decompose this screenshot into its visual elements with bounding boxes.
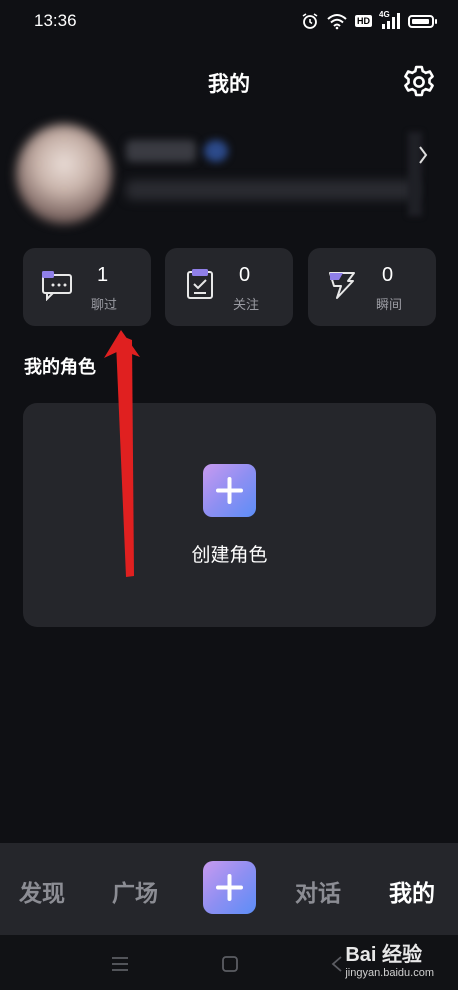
stat-value: 0 — [239, 264, 251, 286]
signal-icon: 4G — [379, 10, 401, 30]
stat-card-following[interactable]: 0 关注 — [165, 248, 293, 326]
stat-card-moments[interactable]: 0 瞬间 — [308, 248, 436, 326]
watermark: Bai 经验 jingyan.baidu.com — [345, 938, 434, 979]
bio-blurred — [126, 180, 416, 200]
status-time: 13:36 — [34, 11, 77, 30]
menu-icon[interactable] — [110, 955, 130, 973]
annotation-arrow-head — [104, 330, 140, 358]
back-icon[interactable] — [330, 955, 344, 973]
status-icons: HD 4G — [301, 10, 437, 32]
stat-card-chatted[interactable]: 1 聊过 — [23, 248, 151, 326]
avatar[interactable] — [16, 124, 112, 224]
username-blurred — [126, 140, 196, 162]
bottom-nav: 发现 广场 对话 我的 — [0, 843, 458, 935]
nav-item-plaza[interactable]: 广场 — [112, 874, 158, 908]
stat-value: 1 — [97, 264, 109, 286]
stat-label: 瞬间 — [376, 298, 403, 313]
settings-button[interactable] — [401, 64, 437, 100]
profile-card[interactable] — [16, 122, 428, 234]
home-icon[interactable] — [221, 955, 239, 973]
section-title-my-roles: 我的角色 — [24, 357, 96, 378]
verified-badge-blurred — [204, 140, 228, 162]
watermark-brand: Bai 经验 — [345, 944, 423, 966]
nav-item-discover[interactable]: 发现 — [19, 874, 65, 908]
stat-value: 0 — [382, 264, 394, 286]
lightning-icon — [329, 272, 355, 299]
alarm-icon — [302, 13, 318, 29]
stat-label: 聊过 — [91, 298, 118, 313]
page-title: 我的 — [208, 72, 250, 96]
chat-bubble-icon — [42, 271, 72, 301]
nav-create-button[interactable] — [203, 861, 256, 914]
gear-icon[interactable] — [401, 64, 437, 100]
stat-label: 关注 — [233, 298, 260, 313]
hd-badge: HD — [355, 15, 372, 27]
create-role-card[interactable]: 创建角色 — [23, 403, 436, 627]
nav-item-chat[interactable]: 对话 — [295, 874, 341, 908]
nav-item-me[interactable]: 我的 — [389, 874, 435, 908]
create-role-button[interactable] — [203, 464, 256, 517]
plus-icon[interactable] — [203, 464, 256, 517]
wifi-icon — [327, 14, 347, 30]
chevron-right-icon[interactable] — [418, 144, 428, 172]
plus-icon[interactable] — [203, 861, 256, 914]
watermark-url: jingyan.baidu.com — [345, 967, 434, 979]
battery-icon — [408, 14, 437, 28]
create-role-label[interactable]: 创建角色 — [23, 540, 436, 567]
clipboard-check-icon — [187, 269, 213, 299]
